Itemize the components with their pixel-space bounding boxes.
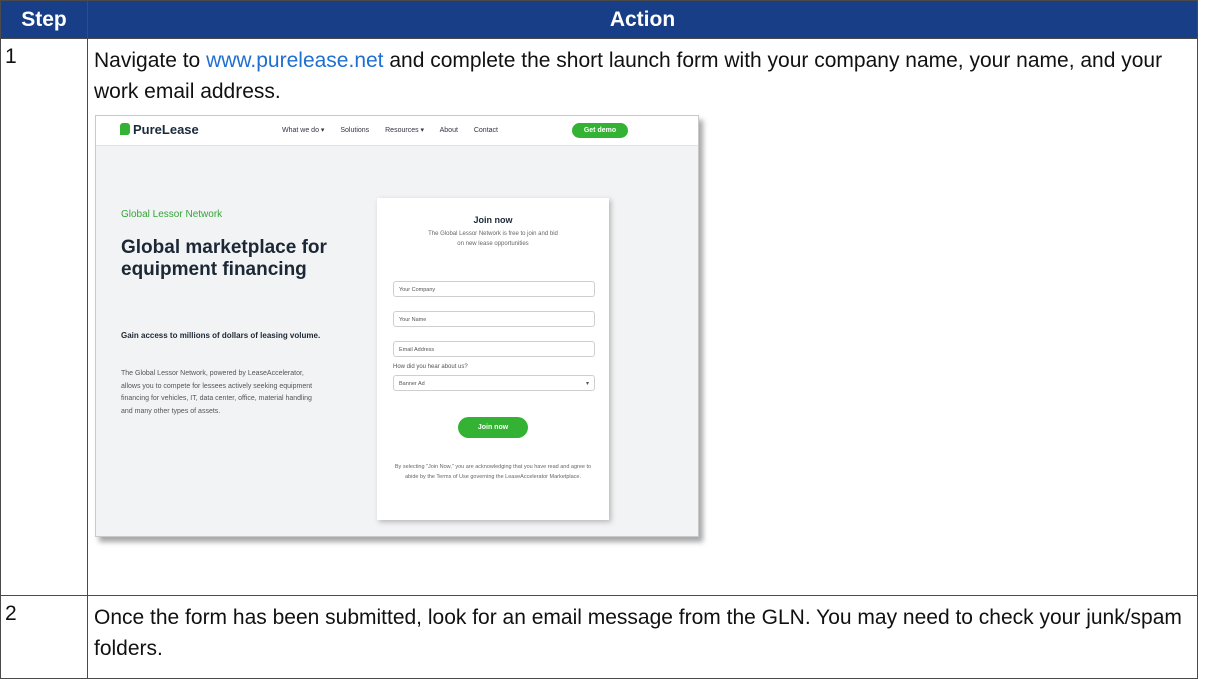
chevron-down-icon: ▾: [585, 381, 589, 387]
purelease-logo: PureLease: [120, 122, 199, 137]
logo-icon: [120, 123, 130, 135]
nav-item-solutions: Solutions: [340, 127, 370, 134]
nav-item-resources: Resources ▾: [385, 127, 425, 134]
gain-heading: Gain access to millions of dollars of le…: [121, 331, 321, 340]
step-instruction: Once the form has been submitted, look f…: [94, 605, 1182, 660]
step-number: 2: [5, 601, 17, 625]
join-now-button: Join now: [458, 417, 528, 438]
email-field: Email Address: [393, 341, 595, 357]
get-demo-button: Get demo: [572, 123, 628, 138]
table-row: 2 Once the form has been submitted, look…: [0, 594, 1198, 679]
name-field: Your Name: [393, 311, 595, 327]
join-form-card: Join now The Global Lessor Network is fr…: [377, 198, 609, 520]
company-field: Your Company: [393, 281, 595, 297]
purelease-website-screenshot: PureLease What we do ▾ Solutions Resourc…: [95, 115, 699, 537]
join-form-title: Join now: [473, 215, 513, 225]
step-number: 1: [5, 45, 17, 68]
intro-paragraph: The Global Lessor Network, powered by Le…: [121, 370, 313, 415]
action-cell: Navigate to www.purelease.net and comple…: [87, 38, 1198, 596]
instructions-table: Step Action 1 Navigate to www.purelease.…: [0, 0, 1198, 679]
step-instruction: Navigate to www.purelease.net and comple…: [88, 39, 1197, 107]
purelease-link[interactable]: www.purelease.net: [206, 49, 383, 72]
join-form-subtitle: The Global Lessor Network is free to joi…: [428, 231, 558, 247]
referral-label: How did you hear about us?: [393, 364, 468, 370]
terms-disclaimer: By selecting "Join Now," you are acknowl…: [394, 464, 592, 480]
step-cell: 1: [0, 38, 88, 596]
action-column-header: Action: [87, 0, 1198, 39]
table-row: 1 Navigate to www.purelease.net and comp…: [0, 38, 1198, 596]
referral-select: Banner Ad ▾: [393, 375, 595, 391]
site-nav-menu: What we do ▾ Solutions Resources ▾ About…: [282, 126, 512, 134]
referral-select-value: Banner Ad: [399, 381, 425, 387]
action-cell: Once the form has been submitted, look f…: [87, 594, 1198, 679]
step-column-header: Step: [0, 0, 88, 39]
network-tagline: Global Lessor Network: [121, 209, 223, 220]
nav-item-what-we-do: What we do ▾: [282, 127, 325, 134]
table-header-row: Step Action: [0, 0, 1198, 39]
nav-item-about: About: [439, 127, 458, 134]
instruction-text: Navigate to: [94, 49, 207, 72]
logo-text: PureLease: [133, 122, 199, 137]
site-navbar: PureLease What we do ▾ Solutions Resourc…: [96, 116, 698, 146]
hero-title: Global marketplace for equipment financi…: [121, 237, 327, 280]
step-cell: 2: [0, 594, 88, 679]
nav-item-contact: Contact: [473, 127, 498, 134]
